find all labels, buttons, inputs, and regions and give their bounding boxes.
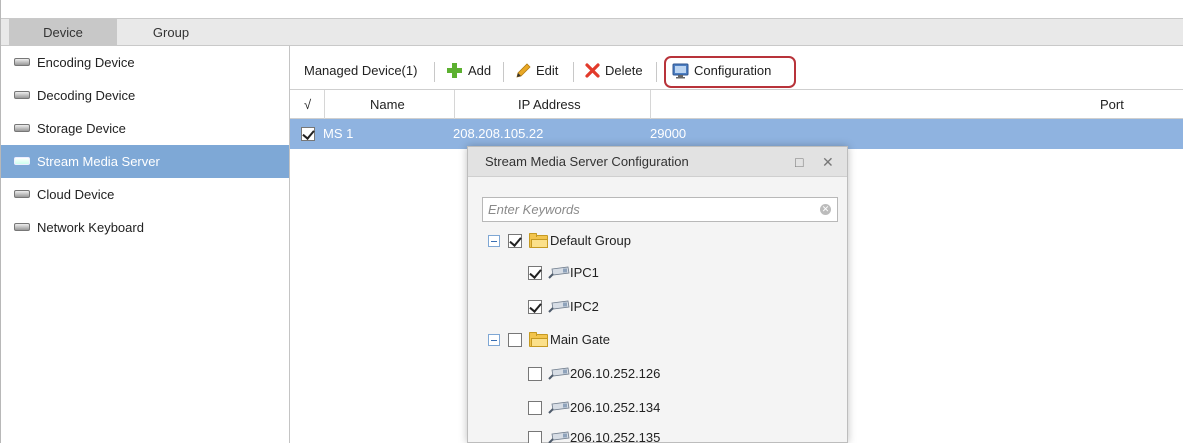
sidebar-item-encoding-device[interactable]: Encoding Device [1, 46, 289, 79]
pencil-icon [516, 63, 531, 78]
folder-icon [529, 332, 548, 347]
monitor-config-icon [672, 63, 689, 79]
tree-label: 206.10.252.126 [570, 366, 661, 381]
tab-device[interactable]: Device [9, 19, 117, 46]
toolbar-divider [434, 62, 435, 82]
device-icon [14, 91, 30, 99]
dialog-title: Stream Media Server Configuration [485, 154, 689, 169]
sidebar-item-label: Cloud Device [37, 187, 115, 202]
keyboard-icon [14, 223, 30, 231]
camera-icon [548, 367, 570, 380]
tree-label: 206.10.252.134 [570, 400, 661, 415]
camera-icon [548, 300, 570, 313]
table-row[interactable]: MS 1 208.208.105.22 29000 [290, 119, 1183, 149]
sidebar-item-storage-device[interactable]: Storage Device [1, 112, 289, 145]
device-table-header: √ Name IP Address Port [290, 89, 1183, 119]
sidebar-item-label: Network Keyboard [37, 220, 144, 235]
edit-button[interactable]: Edit [515, 60, 558, 82]
dialog-title-bar[interactable]: Stream Media Server Configuration □ ✕ [468, 147, 847, 177]
column-divider [650, 90, 651, 119]
column-header-ip[interactable]: IP Address [518, 90, 581, 119]
tree-group-default[interactable]: Default Group [488, 231, 828, 251]
tree-camera-item[interactable]: 206.10.252.126 [528, 364, 828, 384]
tree-label: Default Group [550, 233, 631, 248]
row-checkbox[interactable] [301, 127, 315, 141]
toolbar-divider [503, 62, 504, 82]
collapse-icon[interactable] [488, 334, 500, 346]
column-header-check[interactable]: √ [304, 90, 311, 119]
tree-checkbox[interactable] [528, 401, 542, 415]
add-label: Add [468, 63, 492, 78]
tree-label: IPC2 [570, 299, 599, 314]
sidebar-item-network-keyboard[interactable]: Network Keyboard [1, 211, 289, 244]
sidebar-item-label: Encoding Device [37, 55, 135, 70]
server-icon [14, 157, 30, 165]
close-icon[interactable]: ✕ [822, 147, 834, 177]
maximize-icon[interactable]: □ [795, 147, 803, 177]
tree-label: Main Gate [550, 332, 610, 347]
search-input[interactable]: Enter Keywords ✕ [482, 197, 838, 222]
device-icon [14, 124, 30, 132]
delete-button[interactable]: Delete [585, 60, 643, 82]
tree-checkbox[interactable] [528, 431, 542, 443]
column-divider [454, 90, 455, 119]
tree-checkbox[interactable] [528, 300, 542, 314]
column-header-name[interactable]: Name [370, 90, 405, 119]
edit-label: Edit [536, 63, 559, 78]
tree-camera-item[interactable]: 206.10.252.134 [528, 398, 828, 418]
delete-label: Delete [605, 63, 643, 78]
tree-checkbox[interactable] [528, 367, 542, 381]
row-port: 29000 [650, 126, 687, 141]
row-name: MS 1 [323, 126, 354, 141]
device-icon [14, 190, 30, 198]
tree-camera-ipc1[interactable]: IPC1 [528, 263, 828, 283]
search-placeholder: Enter Keywords [488, 202, 580, 217]
stream-media-server-config-dialog: Stream Media Server Configuration □ ✕ En… [467, 146, 848, 443]
camera-icon [548, 431, 570, 443]
app-window: Device Group Encoding Device Decoding De… [0, 0, 1183, 443]
tree-camera-ipc2[interactable]: IPC2 [528, 297, 828, 317]
row-ip: 208.208.105.22 [453, 126, 544, 141]
sidebar-item-decoding-device[interactable]: Decoding Device [1, 79, 289, 112]
camera-icon [548, 401, 570, 414]
clear-search-icon[interactable]: ✕ [820, 204, 831, 215]
device-icon [14, 58, 30, 66]
tree-label: 206.10.252.135 [570, 430, 661, 443]
sidebar-item-label: Stream Media Server [37, 154, 160, 169]
configuration-button[interactable]: Configuration [672, 60, 771, 82]
toolbar: Managed Device(1) Add Edit Delete Config… [290, 56, 1183, 88]
sidebar-item-label: Storage Device [37, 121, 126, 136]
tree-group-main-gate[interactable]: Main Gate [488, 330, 828, 350]
add-button[interactable]: Add [446, 60, 491, 82]
toolbar-divider [573, 62, 574, 82]
camera-icon [548, 266, 570, 279]
tree-camera-item[interactable]: 206.10.252.135 [528, 428, 828, 443]
tab-group[interactable]: Group [117, 19, 225, 46]
tree-checkbox[interactable] [528, 266, 542, 280]
tree-label: IPC1 [570, 265, 599, 280]
folder-icon [529, 233, 548, 248]
sidebar-item-stream-media-server[interactable]: Stream Media Server [1, 145, 289, 178]
configuration-label: Configuration [694, 63, 772, 78]
top-tab-bar: Device Group [1, 18, 1183, 46]
collapse-icon[interactable] [488, 235, 500, 247]
plus-icon [447, 63, 462, 78]
sidebar-item-label: Decoding Device [37, 88, 136, 103]
tree-checkbox[interactable] [508, 234, 522, 248]
managed-device-count: Managed Device(1) [304, 63, 418, 78]
sidebar-item-cloud-device[interactable]: Cloud Device [1, 178, 289, 211]
toolbar-divider [656, 62, 657, 82]
column-header-port[interactable]: Port [1100, 90, 1124, 119]
delete-x-icon [585, 63, 600, 78]
device-type-sidebar: Encoding Device Decoding Device Storage … [1, 46, 290, 443]
tree-checkbox[interactable] [508, 333, 522, 347]
column-divider [324, 90, 325, 119]
